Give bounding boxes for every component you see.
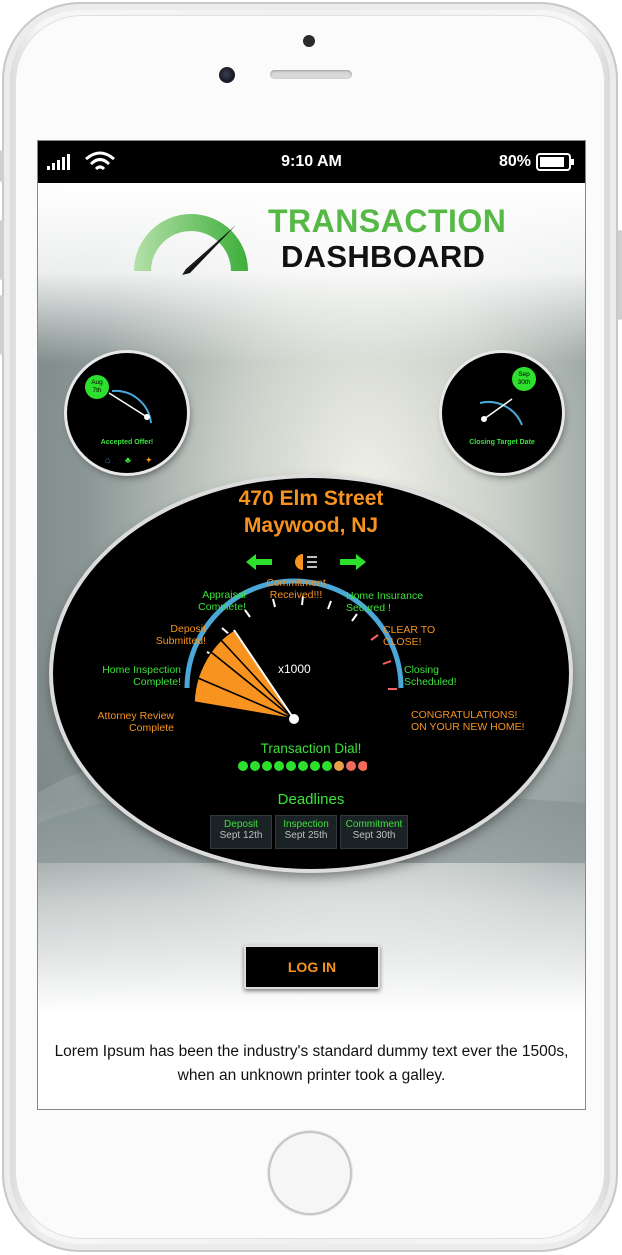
logo-title-dashboard: DASHBOARD — [281, 239, 486, 274]
accepted-offer-label: Accepted Offer! — [100, 439, 154, 446]
volume-up-button — [0, 220, 4, 280]
gauge-multiplier: x1000 — [278, 662, 311, 676]
closing-target-mini-dial[interactable]: Sep 30th Closing Target Date — [442, 353, 562, 473]
accepted-date-day: 7th — [92, 387, 102, 394]
closing-date-day: 30th — [517, 379, 531, 386]
deadline-date: Sept 25th — [284, 830, 328, 841]
logo-gauge-icon — [134, 214, 248, 275]
closing-date-month: Sep — [518, 371, 530, 378]
commitment-label: Commitment Received!!! — [266, 577, 326, 601]
power-button — [618, 230, 622, 320]
status-bar: 9:10 AM 80% — [38, 141, 585, 183]
appraisal-label: Appraisal Complete! — [198, 589, 246, 613]
tree-icon: ♣ — [125, 455, 131, 465]
congratulations-label: CONGRATULATIONS! ON YOUR NEW HOME! — [411, 709, 525, 733]
deadline-commitment[interactable]: Commitment Sept 30th — [340, 815, 408, 849]
deadline-label: Deposit — [224, 819, 258, 830]
deadline-inspection[interactable]: Inspection Sept 25th — [275, 815, 337, 849]
closing-date-badge: Sep 30th — [512, 367, 536, 391]
deadline-label: Commitment — [345, 819, 403, 830]
home-insurance-label: Home Insurance Secured ! — [346, 590, 424, 614]
deadline-label: Inspection — [283, 819, 329, 830]
deadline-date: Sept 12th — [219, 830, 263, 841]
transaction-dial-panel: 470 Elm Street Maywood, NJ x1000 Attorne… — [53, 478, 569, 869]
body-text: Lorem Ipsum has been the industry's stan… — [54, 1043, 569, 1084]
proximity-sensor — [303, 35, 315, 47]
home-inspection-label: Home Inspection Complete! — [102, 664, 181, 688]
logo-title-transaction: TRANSACTION — [268, 203, 507, 239]
deadlines-title: Deadlines — [277, 791, 345, 808]
deadline-deposit[interactable]: Deposit Sept 12th — [210, 815, 272, 849]
home-icon: ⌂ — [105, 455, 111, 465]
deposit-label: Deposit Submitted! — [155, 623, 206, 647]
home-button[interactable] — [268, 1131, 352, 1215]
attorney-review-label: Attorney Review Complete — [97, 710, 174, 734]
accepted-date-badge: Aug 7th — [85, 375, 109, 399]
mini-dial-arc-right — [479, 398, 523, 426]
screen: 9:10 AM 80% TRANSACTION DASHBOARD Aug 7t… — [38, 141, 585, 1109]
accepted-date-month: Aug — [91, 379, 103, 386]
closing-scheduled-label: Closing Scheduled! — [404, 664, 457, 688]
deadline-date: Sept 30th — [352, 830, 396, 841]
clear-to-close-label: CLEAR TO CLOSE! — [383, 624, 436, 648]
transaction-dial-title: Transaction Dial! — [260, 741, 362, 756]
closing-target-label: Closing Target Date — [469, 439, 535, 446]
earpiece-speaker — [270, 70, 352, 79]
dog-icon: ✦ — [145, 455, 153, 465]
battery-percent: 80% — [498, 153, 531, 170]
battery-icon — [536, 153, 574, 171]
progress-dots — [238, 761, 367, 771]
volume-down-button — [0, 295, 4, 355]
mute-switch — [0, 150, 4, 182]
accepted-offer-mini-dial[interactable]: Aug 7th Accepted Offer! ⌂ ♣ ✦ — [67, 353, 187, 473]
front-camera — [219, 67, 235, 83]
login-button[interactable]: LOG IN — [244, 945, 380, 989]
